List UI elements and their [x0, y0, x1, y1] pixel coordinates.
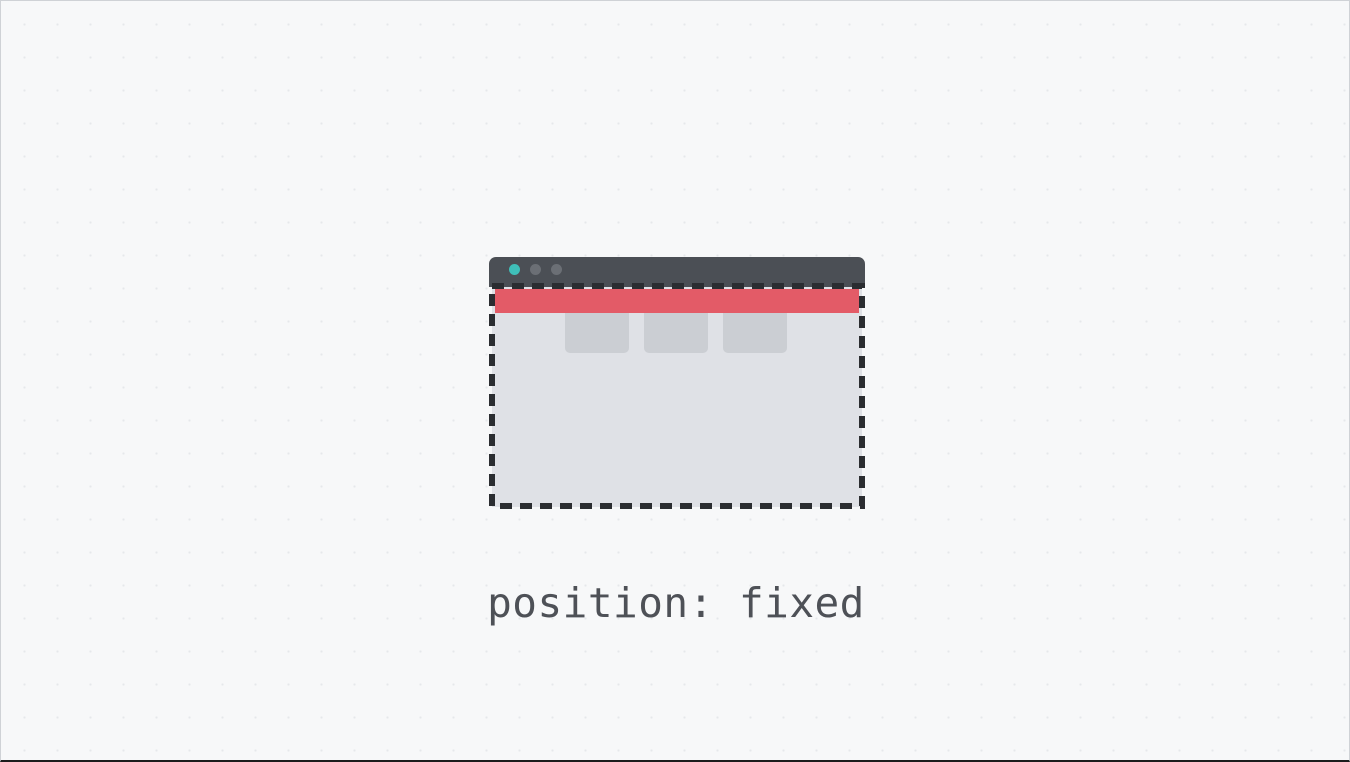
browser-window-illustration — [489, 257, 865, 509]
caption-label: position: fixed — [487, 579, 865, 627]
close-dot-icon — [509, 264, 520, 275]
viewport-dashed-outline — [489, 283, 865, 509]
minimize-dot-icon — [530, 264, 541, 275]
maximize-dot-icon — [551, 264, 562, 275]
